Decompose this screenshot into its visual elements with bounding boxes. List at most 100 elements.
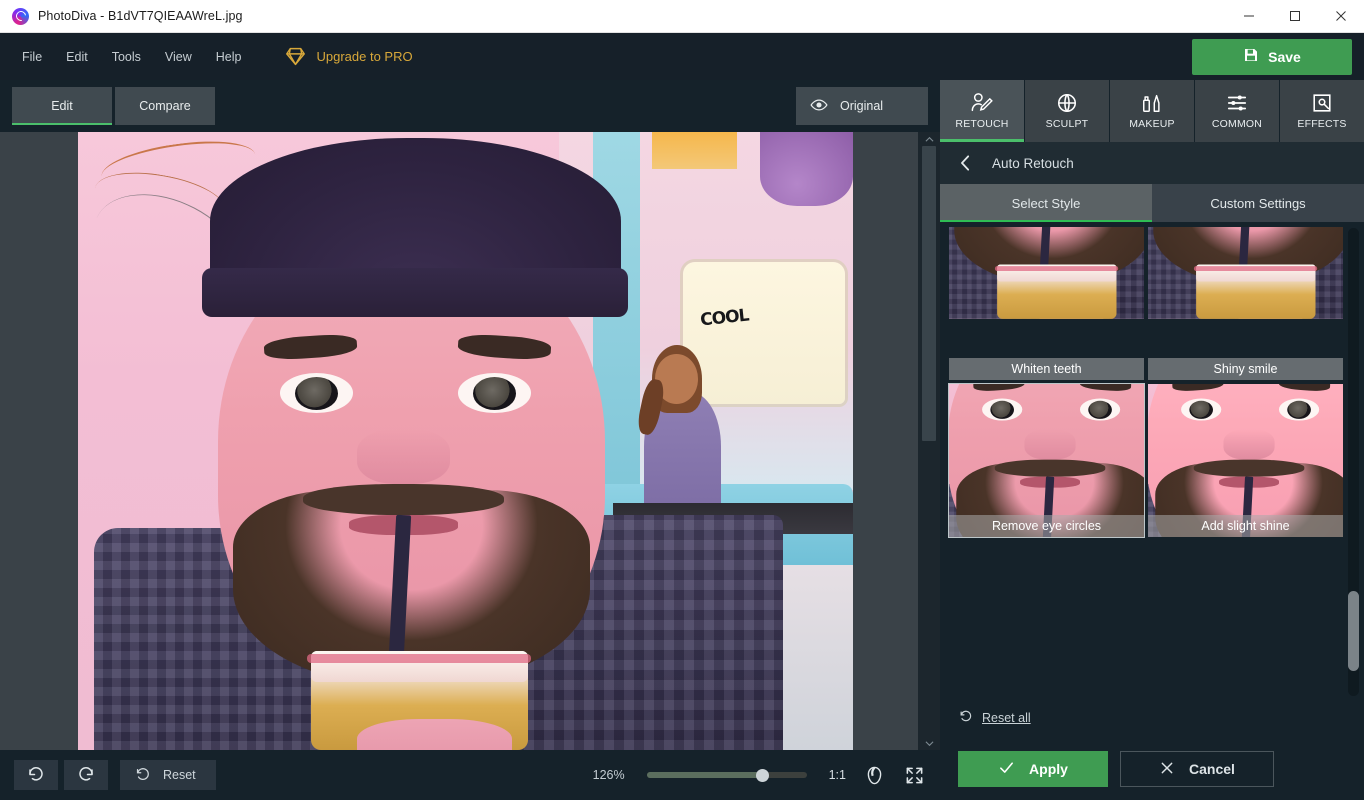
photodiva-window: PhotoDiva - B1dVT7QIEAAWreL.jpg File Edi… [0,0,1364,800]
panel-header: Auto Retouch [940,142,1364,184]
undo-arrow-icon [27,764,45,787]
tab-edit-label: Edit [51,99,73,113]
title-bar-left: PhotoDiva - B1dVT7QIEAAWreL.jpg [0,7,243,25]
close-icon[interactable] [1318,0,1364,33]
photo-moustache [302,484,505,516]
photo-frame: COOL [78,132,853,750]
image-canvas[interactable]: COOL [0,132,918,750]
tab-common[interactable]: COMMON [1195,80,1280,142]
right-panel: RETOUCH SCULPT MAKEUP COMMON EFFECTS Aut… [940,80,1364,800]
photodiva-logo-icon [12,7,29,25]
original-toggle-button[interactable]: Original [796,87,928,125]
save-button-label: Save [1268,49,1301,65]
photo-beanie-brim [202,267,629,318]
apply-button-label: Apply [1029,761,1068,777]
subtab-custom-settings[interactable]: Custom Settings [1152,184,1364,222]
window-controls [1226,0,1364,33]
zoom-slider-knob[interactable] [755,769,769,782]
subtab-custom-settings-label: Custom Settings [1210,195,1306,211]
style-thumb-label: Whiten teeth [949,358,1144,380]
tab-makeup[interactable]: MAKEUP [1110,80,1195,142]
panel-action-buttons: Apply Cancel [940,738,1364,800]
undo-button[interactable] [14,760,58,790]
zoom-percent-label: 126% [592,768,625,782]
window-title: PhotoDiva - B1dVT7QIEAAWreL.jpg [38,9,243,23]
photo-nose [357,428,450,485]
panel-scrollbar-thumb[interactable] [1348,591,1359,671]
tab-common-label: COMMON [1211,118,1263,130]
cancel-button-label: Cancel [1189,761,1235,777]
chevron-up-icon[interactable] [918,132,940,146]
chevron-left-icon[interactable] [954,152,976,174]
menu-item-file[interactable]: File [10,44,54,70]
redo-button[interactable] [64,760,108,790]
original-button-label: Original [840,99,884,113]
canvas-wrapper: COOL [0,132,940,750]
subtab-select-style-label: Select Style [1011,195,1081,211]
style-thumb-label: Add slight shine [1148,515,1343,537]
reset-circular-arrow-icon [958,708,973,728]
eye-icon [810,96,828,117]
photo-purple-lamp [760,132,853,207]
panel-sub-tabs: Select Style Custom Settings [940,184,1364,222]
diamond-icon [285,46,306,67]
reset-all-row: Reset all [940,698,1364,738]
tab-compare[interactable]: Compare [115,87,215,125]
menu-item-tools[interactable]: Tools [100,44,153,70]
canvas-scrollbar-thumb[interactable] [922,146,936,441]
panel-title: Auto Retouch [992,155,1074,171]
tab-retouch[interactable]: RETOUCH [940,80,1025,142]
edited-photo: COOL [78,132,853,750]
tab-sculpt[interactable]: SCULPT [1025,80,1110,142]
subtab-select-style[interactable]: Select Style [940,184,1152,222]
menu-bar: File Edit Tools View Help Upgrade to PRO… [0,33,1364,80]
cancel-button[interactable]: Cancel [1120,751,1274,787]
panel-vertical-scrollbar[interactable] [1344,226,1364,698]
canvas-scrollbar-track[interactable] [918,146,940,736]
title-bar: PhotoDiva - B1dVT7QIEAAWreL.jpg [0,0,1364,33]
effects-magicwand-icon [1311,92,1333,114]
editor-toolbar: Edit Compare Original [0,80,940,132]
style-thumb-label: Shiny smile [1148,358,1343,380]
menu-item-edit[interactable]: Edit [54,44,100,70]
photo-hand [357,719,512,750]
save-disk-icon [1243,47,1259,68]
apply-button[interactable]: Apply [958,751,1108,787]
photo-eye-left [279,373,354,414]
chevron-down-icon[interactable] [918,736,940,750]
style-thumb-shiny-smile[interactable]: Shiny smile [1147,226,1344,381]
expand-fullscreen-icon[interactable] [902,763,926,787]
sculpt-globe-icon [1056,92,1078,114]
maximize-icon[interactable] [1272,0,1318,33]
tab-edit[interactable]: Edit [12,87,112,125]
upgrade-to-pro-button[interactable]: Upgrade to PRO [277,42,420,71]
x-icon [1159,760,1175,779]
main-body: Edit Compare Original COOL Reset 126% 1:… [0,80,1364,800]
reset-all-link[interactable]: Reset all [982,711,1031,725]
save-button[interactable]: Save [1192,39,1352,75]
style-thumb-add-slight-shine[interactable]: Add slight shine [1147,383,1344,538]
menu-item-help[interactable]: Help [204,44,254,70]
zoom-ratio-button[interactable]: 1:1 [829,768,846,782]
canvas-vertical-scrollbar[interactable] [918,132,940,750]
tab-compare-label: Compare [139,99,191,113]
photo-drink-rim [306,654,532,663]
menu-item-view[interactable]: View [153,44,204,70]
style-thumb-remove-eye-circles[interactable]: Remove eye circles [948,383,1145,538]
style-thumb-label: Remove eye circles [949,515,1144,537]
photo-orange-light [651,132,737,170]
zoom-slider-fill [646,772,762,778]
common-sliders-icon [1226,92,1248,114]
reset-button[interactable]: Reset [120,760,216,790]
zoom-controls: 126% 1:1 [585,763,926,787]
photo-poster-text: COOL [699,305,750,331]
reset-circular-arrow-icon [134,765,151,785]
style-thumb-whiten-teeth[interactable]: Whiten teeth [948,226,1145,381]
face-portrait-icon[interactable] [862,763,886,787]
style-thumbnail-grid: Whiten teeth Shiny smile Remove eye circ… [940,226,1344,698]
tab-effects[interactable]: EFFECTS [1280,80,1364,142]
zoom-slider[interactable] [646,769,807,782]
tab-sculpt-label: SCULPT [1045,118,1089,130]
minimize-icon[interactable] [1226,0,1272,33]
makeup-lipstick-brush-icon [1141,92,1163,114]
